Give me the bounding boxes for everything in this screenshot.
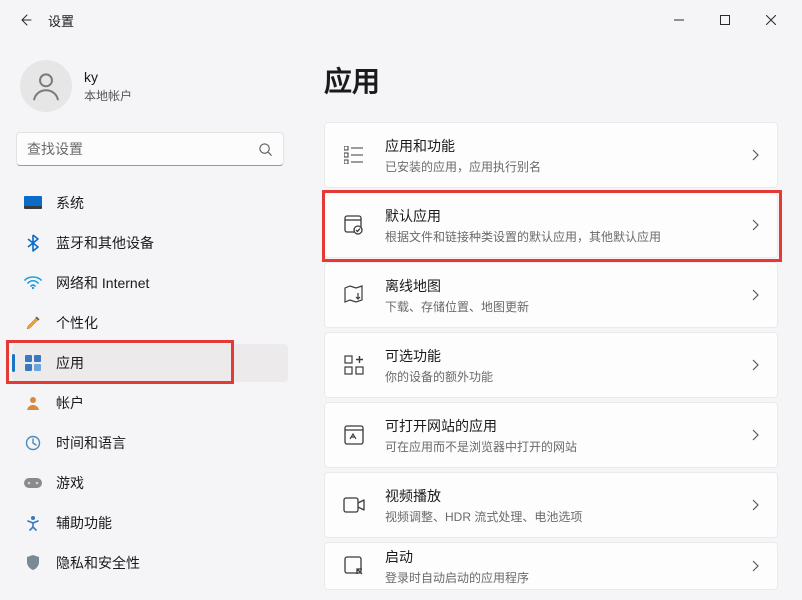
sidebar-item-privacy[interactable]: 隐私和安全性 xyxy=(12,544,288,582)
apps-icon xyxy=(24,354,42,372)
sidebar-item-accessibility[interactable]: 辅助功能 xyxy=(12,504,288,542)
person-icon xyxy=(29,69,63,103)
card-default-apps[interactable]: 默认应用 根据文件和链接种类设置的默认应用，其他默认应用 xyxy=(324,192,778,258)
chevron-right-icon xyxy=(751,219,759,231)
sidebar-item-accounts[interactable]: 帐户 xyxy=(12,384,288,422)
chevron-right-icon xyxy=(751,499,759,511)
card-startup[interactable]: 启动 登录时自动启动的应用程序 xyxy=(324,542,778,590)
shield-icon xyxy=(24,554,42,572)
card-sub: 你的设备的额外功能 xyxy=(385,368,731,385)
clock-globe-icon xyxy=(24,434,42,452)
search-icon xyxy=(258,142,273,157)
profile-text: ky 本地帐户 xyxy=(84,69,132,104)
account-icon xyxy=(24,394,42,412)
brush-icon xyxy=(24,314,42,332)
search-input[interactable] xyxy=(27,141,258,157)
minimize-button[interactable] xyxy=(656,4,702,36)
sidebar: ky 本地帐户 系统 蓝牙和其他设备 xyxy=(0,40,300,600)
card-sub: 根据文件和链接种类设置的默认应用，其他默认应用 xyxy=(385,228,731,245)
card-title: 可选功能 xyxy=(385,346,731,366)
sidebar-item-bluetooth[interactable]: 蓝牙和其他设备 xyxy=(12,224,288,262)
nav-label: 网络和 Internet xyxy=(56,273,149,293)
nav-label: 隐私和安全性 xyxy=(56,553,140,573)
card-video-playback[interactable]: 视频播放 视频调整、HDR 流式处理、电池选项 xyxy=(324,472,778,538)
card-title: 离线地图 xyxy=(385,276,731,296)
video-icon xyxy=(343,494,365,516)
cards: 应用和功能 已安装的应用，应用执行别名 默认应用 根据文件和链接种类设置的默认应… xyxy=(324,122,778,590)
chevron-right-icon xyxy=(751,429,759,441)
bluetooth-icon xyxy=(24,234,42,252)
titlebar: 设置 xyxy=(0,0,802,40)
card-apps-features[interactable]: 应用和功能 已安装的应用，应用执行别名 xyxy=(324,122,778,188)
chevron-right-icon xyxy=(751,560,759,572)
chevron-right-icon xyxy=(751,359,759,371)
nav-label: 辅助功能 xyxy=(56,513,112,533)
card-sub: 已安装的应用，应用执行别名 xyxy=(385,158,731,175)
content: 应用 应用和功能 已安装的应用，应用执行别名 默认应用 根据文件和链接种类设 xyxy=(300,40,802,600)
chevron-right-icon xyxy=(751,289,759,301)
sidebar-item-time[interactable]: 时间和语言 xyxy=(12,424,288,462)
nav-label: 游戏 xyxy=(56,473,84,493)
startup-icon xyxy=(343,555,365,577)
list-icon xyxy=(343,144,365,166)
card-title: 默认应用 xyxy=(385,206,731,226)
nav-label: 个性化 xyxy=(56,313,98,333)
avatar xyxy=(20,60,72,112)
card-offline-maps[interactable]: 离线地图 下载、存储位置、地图更新 xyxy=(324,262,778,328)
nav-label: 系统 xyxy=(56,193,84,213)
arrow-left-icon xyxy=(18,12,34,28)
card-title: 应用和功能 xyxy=(385,136,731,156)
card-optional-features[interactable]: 可选功能 你的设备的额外功能 xyxy=(324,332,778,398)
sidebar-item-network[interactable]: 网络和 Internet xyxy=(12,264,288,302)
close-button[interactable] xyxy=(748,4,794,36)
wifi-icon xyxy=(24,274,42,292)
chevron-right-icon xyxy=(751,149,759,161)
maximize-button[interactable] xyxy=(702,4,748,36)
profile-sub: 本地帐户 xyxy=(84,87,132,104)
card-sub: 下载、存储位置、地图更新 xyxy=(385,298,731,315)
gamepad-icon xyxy=(24,474,42,492)
sidebar-item-personalization[interactable]: 个性化 xyxy=(12,304,288,342)
nav-label: 蓝牙和其他设备 xyxy=(56,233,154,253)
card-title: 视频播放 xyxy=(385,486,731,506)
nav: 系统 蓝牙和其他设备 网络和 Internet 个性化 xyxy=(12,184,288,582)
back-button[interactable] xyxy=(8,2,44,38)
card-sub: 可在应用而不是浏览器中打开的网站 xyxy=(385,438,731,455)
nav-label: 应用 xyxy=(56,353,84,373)
website-app-icon xyxy=(343,424,365,446)
default-app-icon xyxy=(343,214,365,236)
nav-label: 时间和语言 xyxy=(56,433,126,453)
maximize-icon xyxy=(720,15,730,25)
card-sub: 登录时自动启动的应用程序 xyxy=(385,569,731,586)
minimize-icon xyxy=(674,15,684,25)
window-controls xyxy=(656,4,794,36)
window-title: 设置 xyxy=(48,11,74,30)
profile[interactable]: ky 本地帐户 xyxy=(12,50,288,132)
accessibility-icon xyxy=(24,514,42,532)
sidebar-item-gaming[interactable]: 游戏 xyxy=(12,464,288,502)
close-icon xyxy=(766,15,776,25)
search-box[interactable] xyxy=(16,132,284,166)
profile-name: ky xyxy=(84,69,132,85)
page-title: 应用 xyxy=(324,60,778,100)
system-icon xyxy=(24,194,42,212)
sidebar-item-apps[interactable]: 应用 xyxy=(12,344,288,382)
sidebar-item-system[interactable]: 系统 xyxy=(12,184,288,222)
card-website-apps[interactable]: 可打开网站的应用 可在应用而不是浏览器中打开的网站 xyxy=(324,402,778,468)
card-sub: 视频调整、HDR 流式处理、电池选项 xyxy=(385,508,731,525)
nav-label: 帐户 xyxy=(56,393,84,413)
card-title: 启动 xyxy=(385,547,731,567)
optional-features-icon xyxy=(343,354,365,376)
map-download-icon xyxy=(343,284,365,306)
card-title: 可打开网站的应用 xyxy=(385,416,731,436)
